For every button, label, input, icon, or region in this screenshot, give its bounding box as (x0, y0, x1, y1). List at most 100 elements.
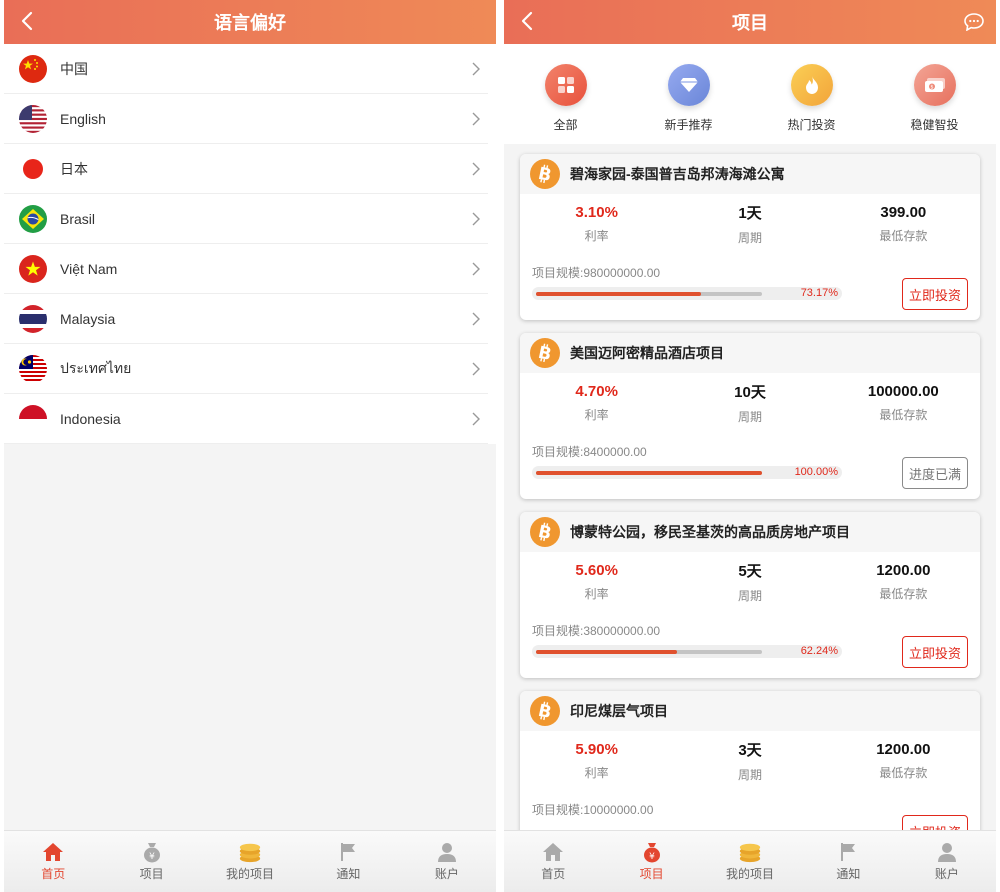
project-stats: 5.90% 利率 3天 周期 1200.00 最低存款 (520, 731, 980, 791)
language-item-english[interactable]: English (4, 94, 488, 144)
language-item-indonesia[interactable]: Indonesia (4, 394, 488, 444)
project-stats: 4.70% 利率 10天 周期 100000.00 最低存款 (520, 373, 980, 433)
min-deposit-label: 最低存款 (879, 229, 928, 243)
bitcoin-icon: B (530, 159, 560, 189)
tab-projects[interactable]: ¥ 项目 (102, 831, 200, 892)
language-label: 中国 (60, 60, 88, 77)
tab-label: 首页 (41, 867, 66, 881)
us-flag-icon (19, 104, 47, 133)
tab-my-projects[interactable]: 我的项目 (701, 831, 799, 892)
category-newbie[interactable]: 新手推荐 (627, 44, 750, 144)
progress-full-button[interactable]: 进度已满 (902, 457, 968, 489)
invest-now-button[interactable]: 立即投资 (902, 636, 968, 668)
chevron-right-icon (472, 162, 480, 176)
min-deposit-label: 最低存款 (879, 766, 928, 780)
tab-projects[interactable]: ¥ 项目 (602, 831, 700, 892)
back-button[interactable] (14, 8, 40, 34)
projects-screen: 项目 全部 新手推荐 热门投资 $ 稳健智投 B 碧海家园-泰国普吉岛邦涛海滩公… (504, 0, 996, 892)
tab-home[interactable]: 首页 (504, 831, 602, 892)
project-stats: 5.60% 利率 5天 周期 1200.00 最低存款 (520, 552, 980, 612)
language-item-japan[interactable]: 日本 (4, 144, 488, 194)
money-icon: $ (913, 64, 956, 106)
progress-bar: 73.17% (532, 287, 842, 300)
project-card[interactable]: B 博蒙特公园，移民圣基茨的高品质房地产项目 5.60% 利率 5天 周期 1200… (520, 512, 980, 678)
chevron-right-icon (472, 312, 480, 326)
language-label: Malaysia (60, 310, 116, 327)
rate-label: 利率 (584, 408, 609, 422)
chevron-right-icon (472, 262, 480, 276)
tab-label: 我的项目 (726, 867, 775, 881)
tab-label: 账户 (934, 867, 959, 881)
project-list: B 碧海家园-泰国普吉岛邦涛海滩公寓 3.10% 利率 1天 周期 399.00 最低… (504, 150, 996, 830)
chevron-right-icon (472, 112, 480, 126)
min-deposit-label: 最低存款 (879, 587, 928, 601)
rate-value: 5.60% (575, 562, 618, 579)
tab-account[interactable]: 账户 (398, 831, 496, 892)
tab-label: 通知 (336, 867, 361, 881)
project-card[interactable]: B 碧海家园-泰国普吉岛邦涛海滩公寓 3.10% 利率 1天 周期 399.00 最低… (520, 154, 980, 320)
bitcoin-icon: B (530, 696, 560, 726)
invest-now-button[interactable]: 立即投资 (902, 278, 968, 310)
progress-fill (536, 471, 762, 475)
language-label: Việt Nam (60, 260, 118, 277)
category-hot[interactable]: 热门投资 (750, 44, 873, 144)
thailand-flag-icon (19, 354, 47, 383)
category-all[interactable]: 全部 (504, 44, 627, 144)
language-item-vietnam[interactable]: Việt Nam (4, 244, 488, 294)
progress-bar: 100.00% (532, 466, 842, 479)
chat-bubble-icon (964, 13, 984, 31)
diamond-icon (667, 64, 710, 106)
period-label: 周期 (737, 589, 762, 603)
vietnam-flag-icon (19, 254, 47, 283)
brazil-flag-icon (19, 204, 47, 233)
grid-icon (544, 64, 587, 106)
language-label: Brasil (60, 210, 96, 227)
rate-value: 5.90% (575, 741, 618, 758)
category-label: 热门投资 (787, 118, 836, 132)
language-label: 日本 (60, 160, 88, 177)
language-label: ประเทศไทย (60, 359, 132, 376)
tab-label: 项目 (139, 867, 164, 881)
rate-label: 利率 (584, 587, 609, 601)
language-item-malaysia[interactable]: Malaysia (4, 294, 488, 344)
page-title: 语言偏好 (214, 13, 286, 33)
period-value: 5天 (738, 563, 762, 580)
indonesia-flag-icon (19, 404, 47, 433)
rate-value: 4.70% (575, 383, 618, 400)
tab-notifications[interactable]: 通知 (799, 831, 897, 892)
progress-fill (536, 650, 677, 654)
tab-notifications[interactable]: 通知 (299, 831, 397, 892)
tab-my-projects[interactable]: 我的项目 (201, 831, 299, 892)
min-deposit-value: 100000.00 (867, 383, 939, 400)
money-bag-icon: ¥ (140, 841, 164, 863)
invest-now-button[interactable]: 立即投资 (902, 815, 968, 830)
china-flag-icon (19, 54, 47, 83)
project-scale: 项目规模:380000000.00 (532, 624, 661, 638)
project-card[interactable]: B 印尼煤层气项目 5.90% 利率 3天 周期 1200.00 最低存款 项目规模:… (520, 691, 980, 830)
back-button[interactable] (514, 8, 540, 34)
language-item-brasil[interactable]: Brasil (4, 194, 488, 244)
flag-icon (336, 841, 360, 863)
language-item-china[interactable]: 中国 (4, 44, 488, 94)
language-item-thailand[interactable]: ประเทศไทย (4, 344, 488, 394)
svg-text:¥: ¥ (149, 852, 155, 862)
japan-flag-icon (19, 154, 47, 183)
language-screen: 语言偏好 中国 English 日本 Brasil Việt Nam Malay… (4, 0, 496, 892)
progress-percent: 73.17% (800, 287, 838, 299)
flame-icon (790, 64, 833, 106)
bitcoin-icon: B (530, 517, 560, 547)
tab-home[interactable]: 首页 (4, 831, 102, 892)
chat-button[interactable] (962, 10, 986, 34)
project-card[interactable]: B 美国迈阿密精品酒店项目 4.70% 利率 10天 周期 100000.00 最低存… (520, 333, 980, 499)
tab-label: 我的项目 (226, 867, 275, 881)
flag-icon (836, 841, 860, 863)
svg-text:¥: ¥ (649, 852, 655, 862)
category-bar: 全部 新手推荐 热门投资 $ 稳健智投 (504, 44, 996, 144)
period-value: 3天 (738, 742, 762, 759)
project-card-header: B 印尼煤层气项目 (520, 691, 980, 731)
user-icon (935, 841, 959, 863)
tab-account[interactable]: 账户 (898, 831, 996, 892)
category-label: 稳健智投 (910, 118, 959, 132)
project-title: 博蒙特公园，移民圣基茨的高品质房地产项目 (570, 524, 850, 540)
category-steady[interactable]: $ 稳健智投 (873, 44, 996, 144)
